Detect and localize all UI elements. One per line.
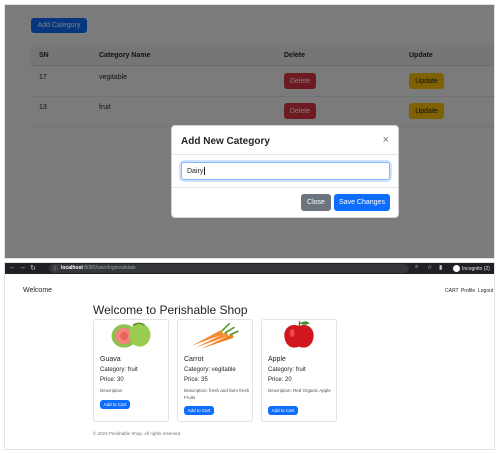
product-category: Category: fruit xyxy=(268,367,306,373)
shop-browser-window: ← → ↻ ⓘ localhost:8080/user/loginvalidat… xyxy=(4,262,495,450)
navbar-brand[interactable]: Welcome xyxy=(23,287,52,294)
modal-divider xyxy=(172,154,398,155)
product-name: Carrot xyxy=(184,356,204,363)
product-price: Price: 30 xyxy=(100,377,124,383)
carrot-image xyxy=(191,322,239,349)
url-path: :8080/user/loginvalidate xyxy=(82,265,136,271)
admin-category-page: Add Category SN Category Name Delete Upd… xyxy=(4,4,495,259)
sidepanel-icon[interactable]: ▮ xyxy=(439,264,442,271)
browser-toolbar: ← → ↻ ⓘ localhost:8080/user/loginvalidat… xyxy=(5,263,494,274)
modal-divider xyxy=(172,187,398,188)
category-name-input[interactable]: Dairy xyxy=(181,162,390,180)
category-name-input-value: Dairy xyxy=(187,167,204,175)
modal-title: Add New Category xyxy=(181,136,270,147)
nav-cart-link[interactable]: CART xyxy=(445,288,459,294)
reload-icon[interactable]: ↻ xyxy=(30,264,36,272)
incognito-label: Incognito (2) xyxy=(462,265,490,272)
product-card-apple: Apple Category: fruit Price: 20 Descript… xyxy=(261,319,337,422)
add-category-modal: Add New Category × Dairy Close Save Chan… xyxy=(171,125,399,218)
close-button[interactable]: Close xyxy=(301,194,331,211)
product-name: Apple xyxy=(268,356,286,363)
url-text: localhost:8080/user/loginvalidate xyxy=(61,264,136,273)
product-description: Description: Red Organic Apple xyxy=(268,388,331,393)
screenshot-root: Add Category SN Category Name Delete Upd… xyxy=(0,0,499,453)
nav-profile-link[interactable]: Profile xyxy=(461,288,475,294)
guava-image xyxy=(111,322,151,348)
footer-copyright: © 2023 Perishable Shop. All rights reser… xyxy=(93,431,182,436)
incognito-indicator[interactable]: Incognito (2) xyxy=(453,264,490,273)
incognito-icon xyxy=(453,265,460,272)
product-card-guava: Guava Category: fruit Price: 30 Descript… xyxy=(93,319,169,422)
url-host: localhost xyxy=(61,265,83,271)
apple-image xyxy=(284,321,314,348)
product-category: Category: vegitable xyxy=(184,367,236,373)
product-description: Description: fresh and farm fresh Fruits xyxy=(184,388,250,400)
product-name: Guava xyxy=(100,356,121,363)
add-to-cart-button[interactable]: Add to Cart xyxy=(100,400,130,409)
add-to-cart-button[interactable]: Add to Cart xyxy=(184,406,214,415)
back-arrow-icon[interactable]: ← xyxy=(9,264,16,271)
save-changes-button[interactable]: Save Changes xyxy=(334,194,390,211)
star-icon[interactable]: ☆ xyxy=(427,264,432,271)
text-cursor xyxy=(204,167,206,175)
product-category: Category: fruit xyxy=(100,367,138,373)
product-price: Price: 35 xyxy=(184,377,208,383)
nav-logout-link[interactable]: Logout xyxy=(478,288,493,294)
add-to-cart-button[interactable]: Add to Cart xyxy=(268,406,298,415)
product-card-carrot: Carrot Category: vegitable Price: 35 Des… xyxy=(177,319,253,422)
search-icon[interactable]: ⌕ xyxy=(415,264,418,271)
forward-arrow-icon[interactable]: → xyxy=(19,264,26,271)
info-icon[interactable]: ⓘ xyxy=(53,265,58,272)
close-icon[interactable]: × xyxy=(383,134,389,146)
page-title: Welcome to Perishable Shop xyxy=(93,303,248,317)
product-price: Price: 20 xyxy=(268,377,292,383)
product-description: Description xyxy=(100,388,123,393)
